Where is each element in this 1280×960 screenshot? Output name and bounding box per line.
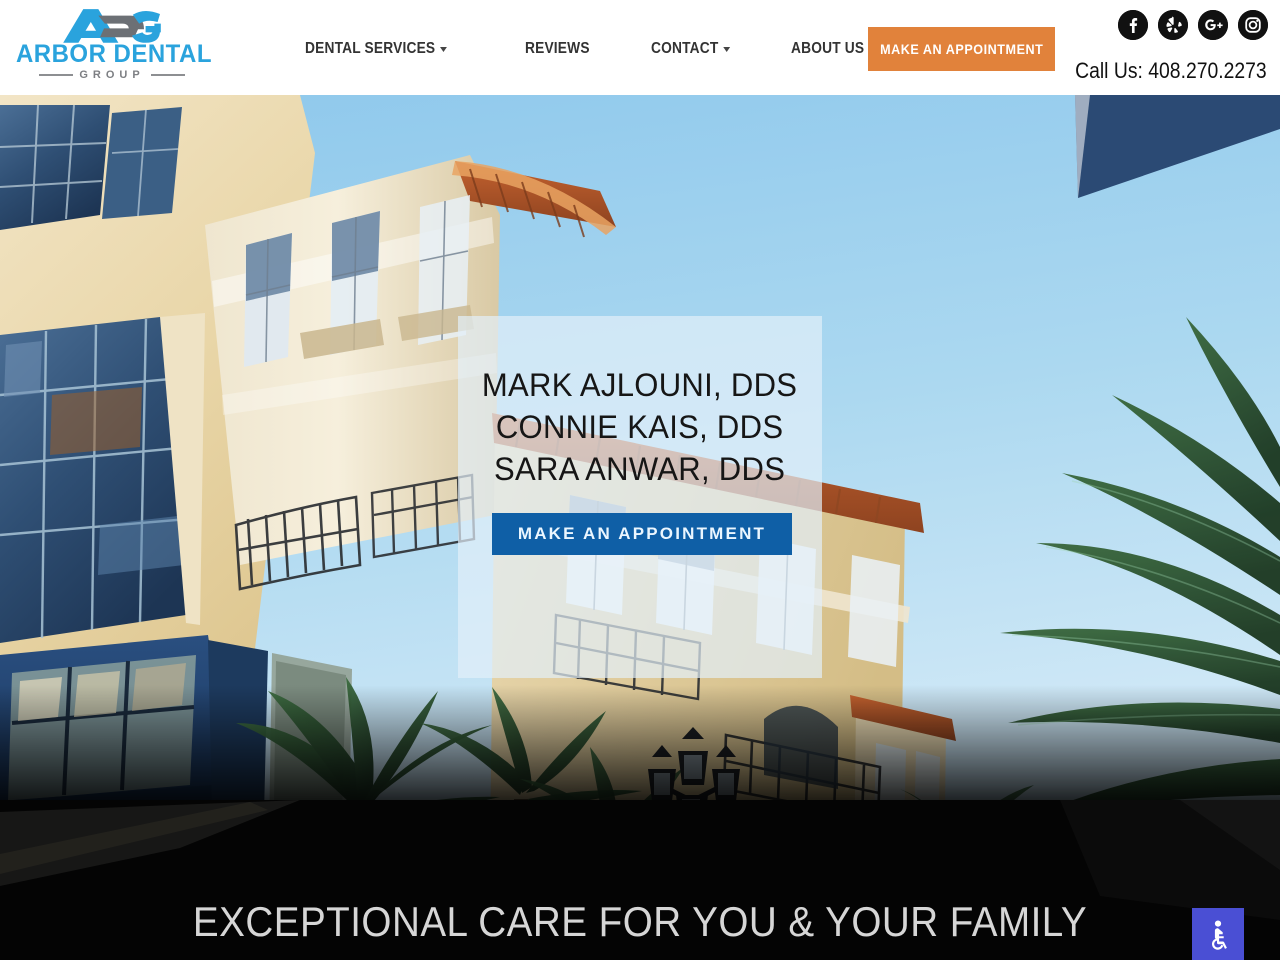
doctor-name-2: CONNIE KAIS, DDS	[496, 409, 784, 446]
hero-section: MARK AJLOUNI, DDS CONNIE KAIS, DDS SARA …	[0, 95, 1280, 800]
chevron-down-icon	[440, 47, 448, 52]
logo-rule-right	[150, 74, 185, 76]
instagram-icon[interactable]	[1238, 10, 1268, 40]
site-logo[interactable]: ARBOR DENTAL GROUP	[12, 4, 212, 90]
doctor-name-3: SARA ANWAR, DDS	[494, 451, 786, 488]
doctor-name-1: MARK AJLOUNI, DDS	[482, 367, 798, 403]
site-header: ARBOR DENTAL GROUP DENTAL SERVICES REVIE…	[0, 0, 1280, 95]
main-navigation: DENTAL SERVICES REVIEWS CONTACT ABOUT US	[305, 34, 890, 64]
instagram-glyph	[1238, 10, 1268, 40]
facebook-icon[interactable]	[1118, 10, 1148, 40]
nav-item-dental-services[interactable]: DENTAL SERVICES	[305, 40, 448, 58]
hero-content-panel: MARK AJLOUNI, DDS CONNIE KAIS, DDS SARA …	[458, 316, 822, 678]
phone-number[interactable]: Call Us: 408.270.2273	[1075, 58, 1267, 84]
google-plus-glyph	[1198, 10, 1228, 40]
yelp-icon[interactable]	[1158, 10, 1188, 40]
tagline-text: EXCEPTIONAL CARE FOR YOU & YOUR FAMILY	[192, 898, 1088, 945]
accessibility-button[interactable]	[1192, 908, 1244, 960]
accessibility-icon	[1212, 920, 1227, 950]
nav-item-label: CONTACT	[650, 40, 719, 57]
hero-make-appointment-label: MAKE AN APPOINTMENT	[517, 524, 767, 543]
tagline-banner: EXCEPTIONAL CARE FOR YOU & YOUR FAMILY	[0, 800, 1280, 960]
nav-item-contact[interactable]: CONTACT	[650, 40, 731, 58]
header-make-appointment-label: MAKE AN APPOINTMENT	[879, 41, 1044, 57]
facebook-glyph	[1118, 10, 1148, 40]
yelp-glyph	[1158, 10, 1188, 40]
nav-item-about-us[interactable]: ABOUT US	[791, 40, 877, 58]
social-links	[1118, 10, 1268, 40]
hero-doctor-names: MARK AJLOUNI, DDS CONNIE KAIS, DDS SARA …	[482, 364, 797, 491]
logo-rule-left	[39, 74, 74, 76]
nav-item-reviews[interactable]: REVIEWS	[525, 40, 590, 58]
chevron-down-icon	[723, 47, 731, 52]
hero-make-appointment-button[interactable]: MAKE AN APPOINTMENT	[492, 513, 792, 555]
nav-item-label: REVIEWS	[525, 40, 591, 57]
logo-subtitle-text: GROUP	[79, 68, 145, 81]
nav-item-label: ABOUT US	[791, 40, 865, 57]
header-make-appointment-button[interactable]: MAKE AN APPOINTMENT	[868, 27, 1055, 71]
logo-name-text: ARBOR DENTAL	[16, 40, 212, 68]
google-plus-icon[interactable]	[1198, 10, 1228, 40]
nav-item-label: DENTAL SERVICES	[305, 40, 436, 57]
logo-subtitle-row: GROUP	[12, 68, 212, 82]
